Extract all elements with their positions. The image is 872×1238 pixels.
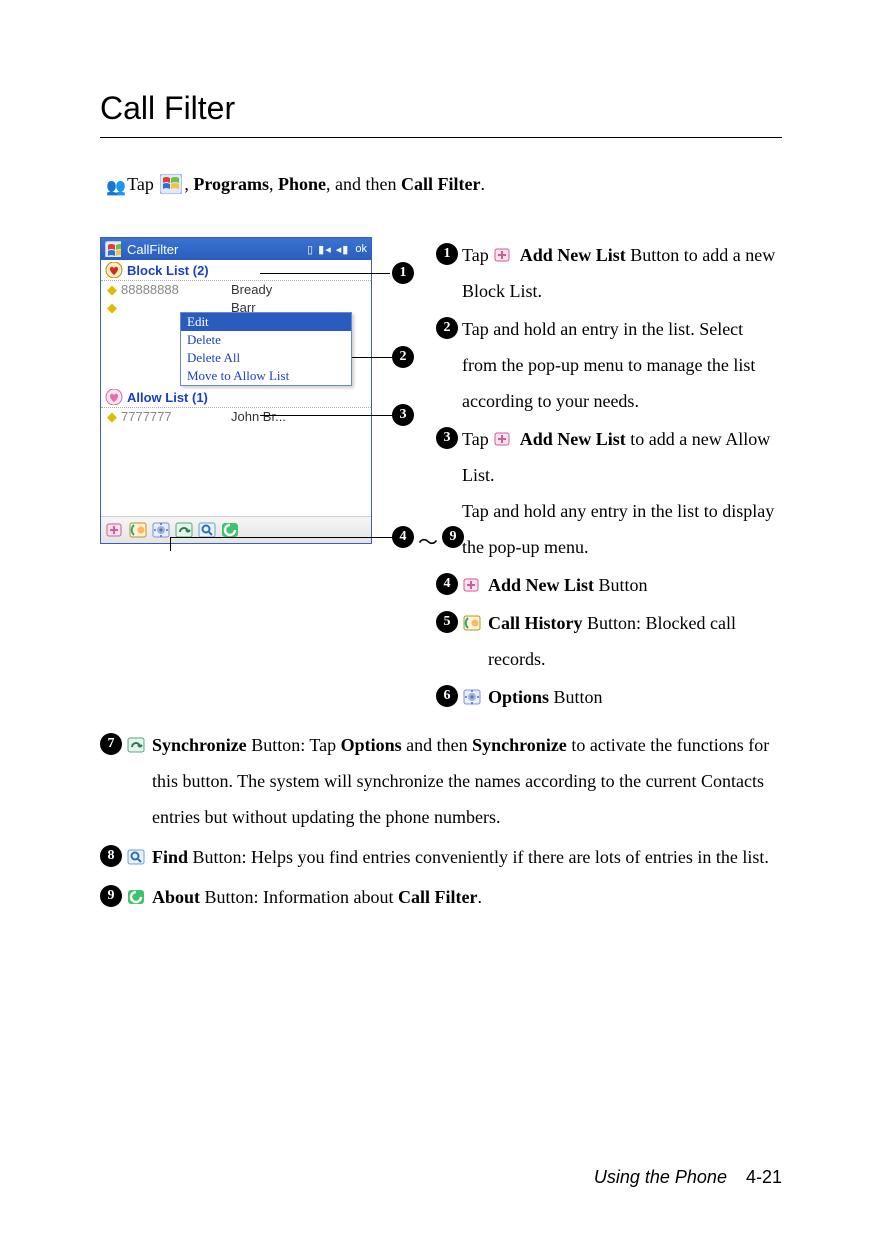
explanation-list-continued: 7 Synchronize Button: Tap Options and th… <box>100 727 782 915</box>
bullet-3: 3 <box>436 427 458 449</box>
app-title: CallFilter <box>127 242 178 257</box>
menu-delete-all[interactable]: Delete All <box>181 349 351 367</box>
add-new-list-icon[interactable] <box>105 520 125 540</box>
intro-line: 👥 Tap , Programs, Phone, and then Call F… <box>106 174 782 197</box>
context-menu[interactable]: Edit Delete Delete All Move to Allow Lis… <box>180 312 352 386</box>
options-icon[interactable] <box>151 520 171 540</box>
footer-section: Using the Phone <box>594 1167 727 1187</box>
synchronize-icon <box>126 735 148 755</box>
add-new-list-icon <box>462 575 484 595</box>
bullet-6: 6 <box>436 685 458 707</box>
callout-1: 1 <box>392 262 414 284</box>
callout-3: 3 <box>392 404 414 426</box>
bullet-2: 2 <box>436 317 458 339</box>
people-icon: 👥 <box>106 177 123 197</box>
bullet-8: 8 <box>100 845 122 867</box>
list-item[interactable]: ◆ 88888888 Bready <box>101 281 371 299</box>
add-new-list-icon <box>493 245 515 265</box>
block-list-header[interactable]: Block List (2) <box>101 260 371 281</box>
bullet-5: 5 <box>436 611 458 633</box>
status-icons: ▯ ▮◂ ◂▮ <box>307 243 349 256</box>
list-item[interactable]: ◆ 7777777 John Br... <box>101 408 371 426</box>
bullet-7: 7 <box>100 733 122 755</box>
titlebar: CallFilter ▯ ▮◂ ◂▮ ok <box>101 238 371 260</box>
footer-page-number: 4-21 <box>746 1167 782 1187</box>
allow-list-header[interactable]: Allow List (1) <box>101 387 371 408</box>
menu-delete[interactable]: Delete <box>181 331 351 349</box>
find-icon <box>126 847 148 867</box>
callout-4: 4 <box>392 526 414 548</box>
about-icon <box>126 887 148 907</box>
start-flag-icon <box>160 174 182 194</box>
footer: Using the Phone 4-21 <box>594 1167 782 1188</box>
block-heart-icon <box>105 262 123 278</box>
bullet-4: 4 <box>436 573 458 595</box>
ok-button[interactable]: ok <box>355 243 367 255</box>
toolbar <box>101 516 371 543</box>
options-icon <box>462 687 484 707</box>
menu-move-to-allow[interactable]: Move to Allow List <box>181 367 351 385</box>
allow-heart-icon <box>105 389 123 405</box>
menu-edit[interactable]: Edit <box>181 313 351 331</box>
start-flag-icon[interactable] <box>105 241 121 257</box>
divider <box>100 137 782 138</box>
callout-tilde: ～ <box>418 526 438 555</box>
callout-2: 2 <box>392 346 414 368</box>
screenshot: CallFilter ▯ ▮◂ ◂▮ ok Block List (2) ◆ 8… <box>100 237 412 544</box>
bullet-9: 9 <box>100 885 122 907</box>
add-new-list-icon <box>493 429 515 449</box>
bullet-1: 1 <box>436 243 458 265</box>
page-title: Call Filter <box>100 90 782 127</box>
call-history-icon <box>462 613 484 633</box>
callout-9: 9 <box>442 526 464 548</box>
call-history-icon[interactable] <box>128 520 148 540</box>
explanation-list: 1 Tap Add New List Button to add a new B… <box>436 237 782 717</box>
